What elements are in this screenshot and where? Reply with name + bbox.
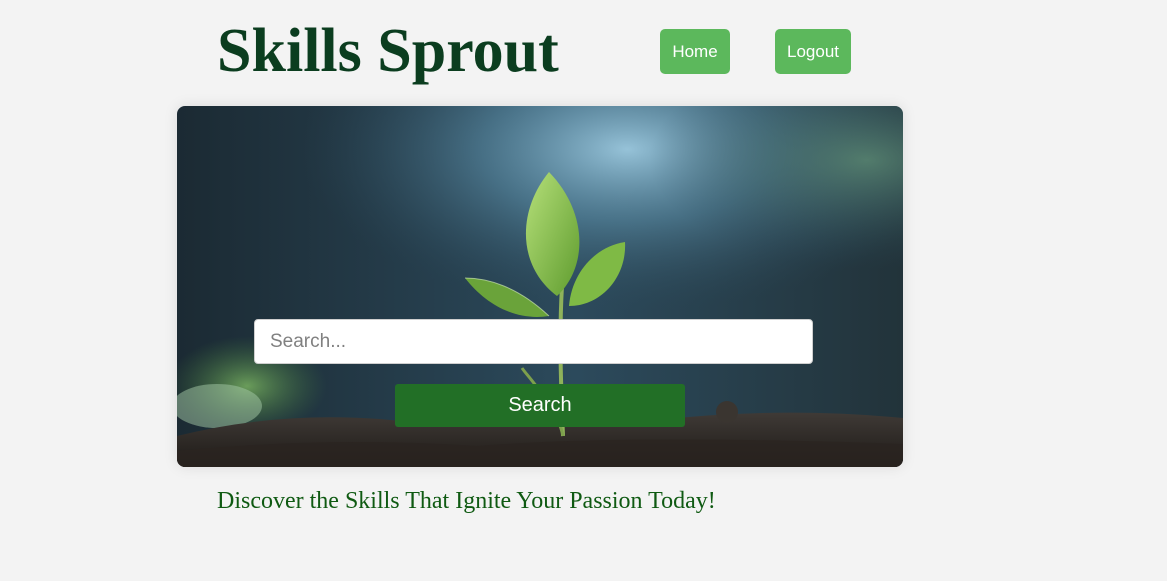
site-title: Skills Sprout: [217, 17, 559, 85]
hero-banner: Search: [177, 106, 903, 467]
search-button[interactable]: Search: [395, 384, 685, 427]
page: Skills Sprout Home Logout Search... Sear…: [0, 0, 1167, 581]
logout-button[interactable]: Logout: [775, 29, 851, 74]
home-button[interactable]: Home: [660, 29, 730, 74]
search-input[interactable]: [254, 319, 813, 364]
tagline: Discover the Skills That Ignite Your Pas…: [217, 488, 716, 514]
